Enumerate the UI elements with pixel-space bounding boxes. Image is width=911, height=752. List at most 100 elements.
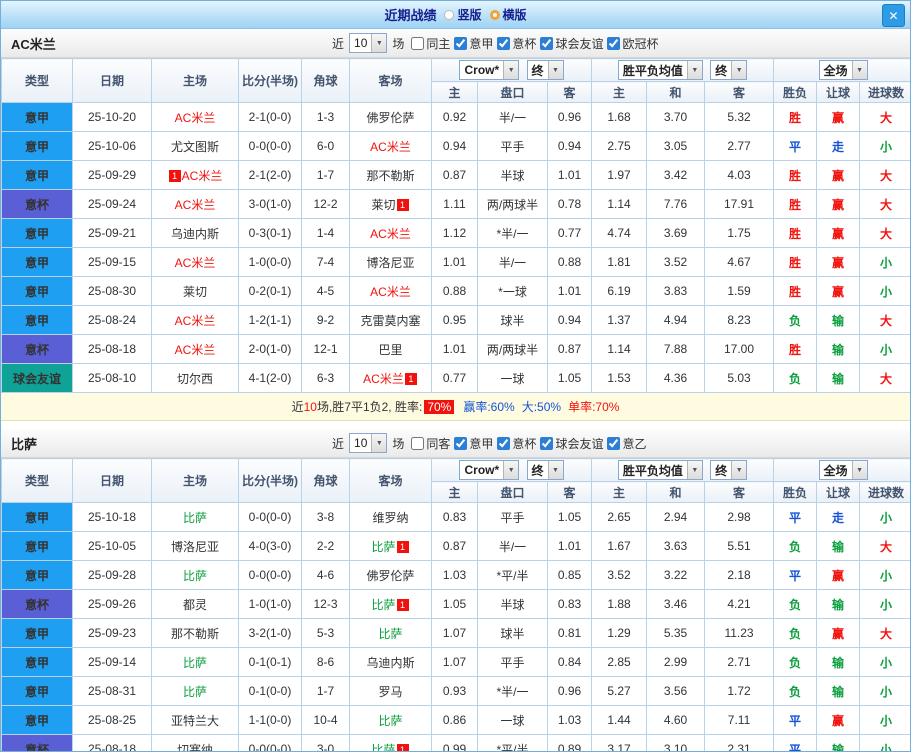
league-filter-input[interactable]	[607, 36, 621, 50]
league-filter-input[interactable]	[540, 36, 554, 50]
home-team-cell: 尤文图斯	[151, 131, 239, 161]
odds-source-dropdown[interactable]: Crow* ▼	[459, 460, 520, 480]
avg-stage-dropdown[interactable]: 终 ▼	[710, 460, 748, 480]
league-filter-coppa-italia[interactable]: 意杯	[497, 435, 536, 452]
europe-home-cell: 5.27	[591, 676, 647, 706]
team-name: 巴里	[378, 342, 403, 357]
same-away-checkbox[interactable]: 同客	[411, 435, 450, 452]
europe-away-cell: 5.03	[703, 363, 775, 393]
checkbox-label: 欧冠杯	[622, 36, 659, 51]
goals-result-cell: 小	[859, 247, 910, 277]
same-home-checkbox-input[interactable]	[411, 36, 425, 50]
home-team-cell: 切尔西	[151, 363, 239, 393]
avg-odds-dropdown[interactable]: 胜平负均值 ▼	[617, 460, 703, 480]
asian-handicap-cell: *半/一	[477, 218, 548, 248]
result-group-header: 全场 ▼	[773, 458, 910, 482]
radio-horizontal-layout[interactable]: 横版	[489, 6, 527, 23]
away-team-cell: 比萨 1	[349, 589, 432, 619]
checkbox-label: 意甲	[469, 36, 494, 51]
league-filter-serie-a[interactable]: 意甲	[454, 35, 493, 52]
pisa-matches-table: 类型 日期 主场 比分(半场) 角球 客场 Crow* ▼ 终 ▼ 胜平负均值 …	[1, 458, 910, 751]
league-filter-serie-b[interactable]: 意乙	[607, 435, 646, 452]
dropdown-arrow-icon: ▼	[547, 61, 563, 79]
match-row: 意甲 25-10-05 博洛尼亚 4-0(3-0) 2-2 比萨 1 0.87 半/一 1.01 1…	[1, 531, 910, 561]
europe-away-cell: 17.00	[703, 334, 775, 364]
away-team-cell: 乌迪内斯	[349, 647, 432, 677]
league-filter-input[interactable]	[454, 436, 468, 450]
asian-away-cell: 0.81	[547, 618, 592, 648]
asian-away-cell: 1.01	[547, 276, 592, 306]
asian-home-cell: 0.77	[431, 363, 478, 393]
home-team-cell: 亚特兰大	[151, 705, 239, 735]
away-team-cell: AC米兰	[349, 276, 432, 306]
europe-draw-cell: 4.60	[646, 705, 705, 735]
europe-home-cell: 1.81	[591, 247, 647, 277]
league-filter-input[interactable]	[497, 36, 511, 50]
asian-away-cell: 1.03	[547, 705, 592, 735]
league-filter-club-friendly[interactable]: 球会友谊	[540, 35, 603, 52]
odds-stage-dropdown[interactable]: 终 ▼	[526, 460, 564, 480]
asian-home-cell: 0.83	[431, 502, 478, 532]
league-filter-input[interactable]	[497, 436, 511, 450]
col-header-date: 日期	[72, 458, 152, 503]
match-count-dropdown[interactable]: 10 ▼	[349, 33, 388, 53]
red-card-badge: 1	[396, 540, 409, 553]
games-label: 场	[392, 436, 405, 451]
same-home-checkbox[interactable]: 同主	[411, 35, 450, 52]
league-filter-serie-a[interactable]: 意甲	[454, 435, 493, 452]
red-card-badge: 1	[396, 743, 409, 751]
away-team-cell: AC米兰	[349, 218, 432, 248]
avg-stage-dropdown[interactable]: 终 ▼	[710, 60, 748, 80]
asian-home-cell: 1.05	[431, 589, 478, 619]
radio-vertical-layout[interactable]: 竖版	[444, 6, 482, 23]
handicap-result-cell: 赢	[816, 160, 861, 190]
radio-label: 横版	[502, 8, 527, 22]
league-filter-input[interactable]	[607, 436, 621, 450]
match-count-dropdown[interactable]: 10 ▼	[349, 433, 388, 453]
wdl-cell: 胜	[773, 189, 818, 219]
goals-result-cell: 大	[859, 189, 910, 219]
league-filter-input[interactable]	[540, 436, 554, 450]
match-row: 意杯 25-08-18 AC米兰 2-0(1-0) 12-1 巴里 1.01 两/两球半 0.8…	[1, 334, 910, 364]
big-rate: 大:50%	[521, 400, 562, 414]
checkbox-label: 意乙	[622, 436, 647, 451]
asian-handicap-cell: 半球	[477, 589, 548, 619]
wdl-cell: 负	[773, 618, 818, 648]
close-button[interactable]: ✕	[882, 4, 905, 27]
league-filter-input[interactable]	[454, 36, 468, 50]
win-rate-badge: 70%	[424, 399, 455, 414]
asian-handicap-cell: *平/半	[477, 560, 548, 590]
handicap-result-cell: 输	[816, 647, 861, 677]
match-row: 意杯 25-09-24 AC米兰 3-0(1-0) 12-2 莱切 1 1.11 两/两球半 0.…	[1, 189, 910, 219]
league-filter-coppa-italia[interactable]: 意杯	[497, 35, 536, 52]
match-row: 意杯 25-08-18 切塞纳 0-0(0-0) 3-0 比萨 1 0.99 *平/半 0.89 3…	[1, 734, 910, 751]
league-type-cell: 意杯	[1, 589, 73, 619]
same-away-checkbox-input[interactable]	[411, 436, 425, 450]
handicap-result-cell: 输	[816, 676, 861, 706]
home-team-cell: 比萨	[151, 560, 239, 590]
home-team-cell: 比萨	[151, 676, 239, 706]
asian-handicap-cell: *平/半	[477, 734, 548, 751]
europe-home-cell: 2.85	[591, 647, 647, 677]
goals-result-cell: 小	[859, 589, 910, 619]
dropdown-arrow-icon: ▼	[547, 461, 563, 479]
odds-stage-dropdown[interactable]: 终 ▼	[526, 60, 564, 80]
asian-handicap-cell: 半/一	[477, 102, 548, 132]
league-filter-club-friendly[interactable]: 球会友谊	[540, 435, 603, 452]
odds-source-dropdown[interactable]: Crow* ▼	[459, 60, 520, 80]
avg-odds-dropdown[interactable]: 胜平负均值 ▼	[617, 60, 703, 80]
avg-stage-value: 终	[715, 63, 728, 78]
asian-odds-group-header: Crow* ▼ 终 ▼	[431, 58, 592, 82]
europe-away-cell: 4.67	[703, 247, 775, 277]
score-cell: 2-0(1-0)	[238, 334, 302, 364]
scope-dropdown[interactable]: 全场 ▼	[818, 460, 868, 480]
corner-cell: 2-2	[301, 531, 350, 561]
league-filter-champions-league[interactable]: 欧冠杯	[607, 35, 658, 52]
scope-dropdown[interactable]: 全场 ▼	[818, 60, 868, 80]
corner-cell: 4-5	[301, 276, 350, 306]
match-row: 意甲 25-08-24 AC米兰 1-2(1-1) 9-2 克雷莫内塞 0.95 球半 0.94…	[1, 305, 910, 335]
sub-header-europe-draw: 和	[646, 81, 705, 103]
summary-text: 近	[291, 400, 304, 414]
dropdown-arrow-icon: ▼	[731, 61, 747, 79]
ac-milan-matches-table: 类型 日期 主场 比分(半场) 角球 客场 Crow* ▼ 终 ▼ 胜平负均值 …	[1, 58, 910, 393]
